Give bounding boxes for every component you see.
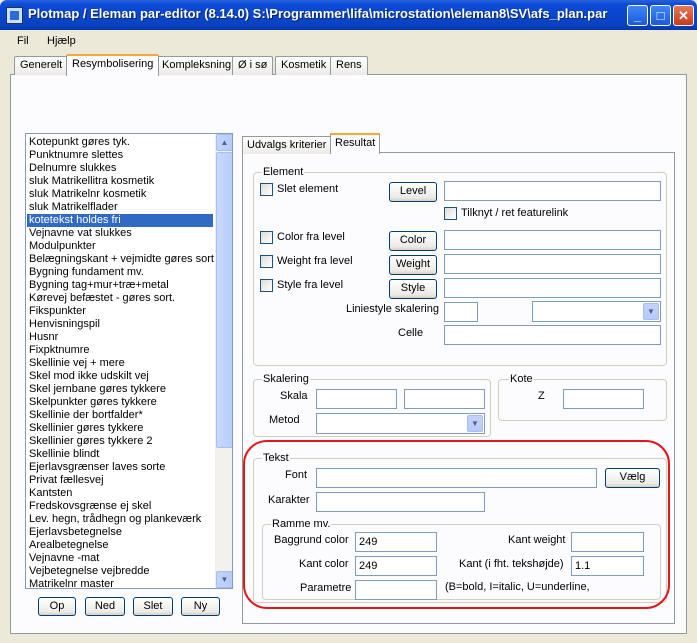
skala-label: Skala (280, 390, 308, 402)
list-item[interactable]: Henvisningspil (29, 318, 215, 331)
list-item[interactable]: Arealbetegnelse (29, 539, 215, 552)
menu-fil[interactable]: Fil (17, 35, 29, 47)
list-item[interactable]: Matrikelnr master (29, 578, 215, 588)
color-button[interactable]: Color (389, 231, 437, 251)
list-item[interactable]: Kantsten (29, 487, 215, 500)
style-fra-level-label: Style fra level (277, 279, 344, 291)
slet-element-label: Slet element (277, 183, 339, 195)
color-fra-level-label: Color fra level (277, 231, 345, 243)
list-item[interactable]: Fikspunkter (29, 305, 215, 318)
list-item[interactable]: Vejbetegnelse vejbredde (29, 565, 215, 578)
metod-label: Metod (269, 414, 300, 426)
scroll-up-button[interactable]: ▲ (216, 134, 232, 151)
metod-combo[interactable]: ▼ (316, 413, 485, 434)
chevron-down-icon[interactable]: ▼ (467, 415, 483, 432)
element-group-label: Element (262, 166, 305, 178)
scroll-down-button[interactable]: ▼ (216, 571, 232, 588)
weight-field[interactable] (444, 254, 661, 274)
level-button[interactable]: Level (389, 182, 437, 202)
slet-element-checkbox[interactable] (260, 183, 273, 196)
chevron-down-icon[interactable]: ▼ (643, 303, 659, 320)
tab-kosmetik[interactable]: Kosmetik (275, 56, 333, 75)
celle-field[interactable] (444, 325, 661, 345)
list-item[interactable]: Modulpunkter (29, 240, 215, 253)
list-item[interactable]: Vejnavne -mat (29, 552, 215, 565)
list-item[interactable]: Kørevej befæstet - gøres sort. (29, 292, 215, 305)
z-label: Z (538, 390, 545, 402)
style-field[interactable] (444, 278, 661, 298)
list-item[interactable]: Skellinie vej + mere (29, 357, 215, 370)
tab-resymbolisering[interactable]: Resymbolisering (66, 54, 160, 76)
skalering-group-label: Skalering (262, 373, 310, 385)
liniestyle-skalering-label: Liniestyle skalering (346, 303, 439, 315)
skala-field-1[interactable] (316, 389, 397, 409)
weight-button[interactable]: Weight (389, 255, 437, 275)
list-item[interactable]: Skellinier gøres tykkere 2 (29, 435, 215, 448)
style-button[interactable]: Style (389, 279, 437, 299)
list-item[interactable]: Punktnumre slettes (29, 149, 215, 162)
maximize-button[interactable]: □ (650, 5, 671, 26)
ny-button[interactable]: Ny (181, 597, 220, 616)
color-field[interactable] (444, 230, 661, 250)
rule-list[interactable]: Kotepunkt gøres tyk. Punktnumre slettes De… (25, 133, 233, 589)
celle-label: Celle (398, 327, 424, 339)
list-item[interactable]: Belægningskant + vejmidte gøres sort, (29, 253, 217, 266)
list-item[interactable]: Fredskovsgrænse ej skel (29, 500, 215, 513)
list-item[interactable]: Bygning fundament mv. (29, 266, 215, 279)
list-item[interactable]: Skellinie blindt (29, 448, 215, 461)
tekst-highlight-annotation (243, 440, 670, 609)
menu-hjaelp[interactable]: Hjælp (47, 35, 76, 47)
list-item[interactable]: Kotepunkt gøres tyk. (29, 136, 215, 149)
z-field[interactable] (563, 389, 644, 409)
color-fra-level-checkbox[interactable] (260, 231, 273, 244)
skala-field-2[interactable] (404, 389, 485, 409)
list-scrollbar[interactable]: ▲ ▼ (215, 134, 232, 588)
kote-group-label: Kote (509, 373, 534, 385)
slet-button[interactable]: Slet (133, 597, 173, 616)
list-item[interactable]: Skellinie der bortfalder* (29, 409, 215, 422)
list-item[interactable]: Ejerlavsgrænser laves sorte (29, 461, 215, 474)
window-title: Plotmap / Eleman par-editor (8.14.0) S:\… (28, 6, 608, 21)
close-button[interactable]: ✕ (673, 5, 694, 26)
tab-rens[interactable]: Rens (330, 56, 368, 75)
list-item[interactable]: kotetekst holdes fri (27, 214, 213, 227)
menu-bar (0, 30, 697, 52)
list-item[interactable]: sluk Matrikellitra kosmetik (29, 175, 215, 188)
list-item[interactable]: Skel mod ikke udskilt vej (29, 370, 215, 383)
tab-o-i-so[interactable]: Ø i sø (232, 56, 274, 75)
weight-fra-level-checkbox[interactable] (260, 255, 273, 268)
tilknyt-label: Tilknyt / ret featurelink (461, 207, 569, 219)
list-item[interactable]: Delnumre slukkes (29, 162, 215, 175)
op-button[interactable]: Op (38, 597, 76, 616)
tab-resultat[interactable]: Resultat (330, 133, 381, 154)
scroll-thumb[interactable] (216, 152, 232, 448)
tab-udvalgs-kriterier[interactable]: Udvalgs kriterier (242, 136, 332, 154)
weight-fra-level-label: Weight fra level (277, 255, 353, 267)
list-item[interactable]: Skellinier gøres tykkere (29, 422, 215, 435)
list-item[interactable]: Privat fællesvej (29, 474, 215, 487)
minimize-button[interactable]: _ (627, 5, 648, 26)
list-item[interactable]: Fixpktnumre (29, 344, 215, 357)
ned-button[interactable]: Ned (85, 597, 125, 616)
tilknyt-checkbox[interactable] (444, 207, 457, 220)
list-item[interactable]: Vejnavne vat slukkes (29, 227, 215, 240)
liniestyle-skalering-field[interactable] (444, 302, 478, 322)
liniestyle-combo[interactable]: ▼ (532, 301, 661, 322)
level-field[interactable] (444, 181, 661, 201)
list-item[interactable]: Skelpunkter gøres tykkere (29, 396, 215, 409)
style-fra-level-checkbox[interactable] (260, 279, 273, 292)
tab-generelt[interactable]: Generelt (14, 56, 69, 75)
list-item[interactable]: Husnr (29, 331, 215, 344)
tab-kompleksning[interactable]: Kompleksning (156, 56, 238, 75)
list-item[interactable]: Skel jernbane gøres tykkere (29, 383, 215, 396)
app-icon[interactable] (6, 7, 23, 24)
list-item[interactable]: Bygning tag+mur+træ+metal (29, 279, 215, 292)
list-item[interactable]: sluk Matrikelnr kosmetik (29, 188, 215, 201)
list-item[interactable]: sluk Matrikelflader (29, 201, 215, 214)
list-item[interactable]: Lev. hegn, trådhegn og plankeværk (29, 513, 215, 526)
list-item[interactable]: Ejerlavsbetegnelse (29, 526, 215, 539)
